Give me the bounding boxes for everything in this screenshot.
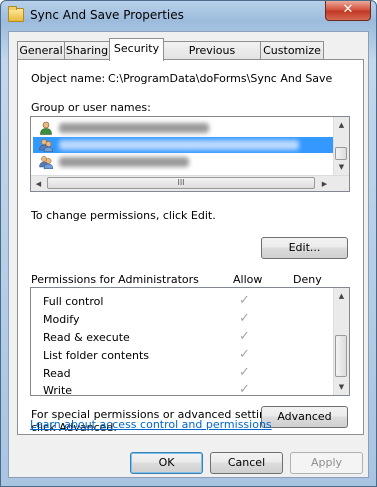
advanced-button[interactable]: Advanced	[261, 406, 348, 428]
dialog-body: General Sharing Security Previous Versio…	[8, 31, 369, 478]
scroll-up-icon[interactable]: ▲	[334, 117, 349, 133]
tab-sharing[interactable]: Sharing	[64, 41, 110, 59]
check-icon: ✓	[239, 311, 250, 326]
perm-full-control: Full control	[43, 295, 104, 308]
permissions-label: Permissions for Administrators	[31, 273, 199, 286]
list-item[interactable]	[33, 120, 333, 136]
change-permissions-text: To change permissions, click Edit.	[31, 209, 216, 222]
perm-read: Read	[43, 367, 71, 380]
redacted-users-name	[59, 157, 189, 167]
group-icon	[39, 139, 53, 152]
check-icon: ✓	[239, 365, 250, 380]
group-label: Group or user names:	[31, 101, 151, 114]
check-icon: ✓	[239, 293, 250, 308]
user-icon	[40, 121, 52, 135]
list-item[interactable]	[33, 154, 333, 170]
list-item-selected[interactable]	[33, 137, 333, 153]
hscroll-thumb[interactable]: III	[47, 177, 315, 189]
redacted-user-name	[59, 123, 209, 133]
user-list-vscroll[interactable]: ▲ ▼	[333, 117, 349, 175]
title-bar[interactable]: Sync And Save Properties ✕	[1, 1, 376, 31]
object-name-value: C:\ProgramData\doForms\Sync And Save	[108, 72, 333, 85]
learn-more-link[interactable]: Learn about access control and permissio…	[30, 418, 272, 431]
permissions-vscroll[interactable]: ▲ ▼	[333, 288, 349, 395]
user-list-hscroll[interactable]: ◀ III ▶	[31, 175, 349, 191]
apply-button[interactable]: Apply	[290, 452, 363, 474]
tab-previous-versions[interactable]: Previous Versions	[163, 41, 261, 74]
scroll-down-icon[interactable]: ▼	[334, 159, 349, 175]
perm-read-execute: Read & execute	[43, 331, 130, 344]
scroll-down-icon[interactable]: ▼	[334, 379, 349, 395]
close-icon: ✕	[342, 2, 354, 17]
check-icon: ✓	[239, 382, 250, 396]
perm-list-folder-contents: List folder contents	[43, 349, 149, 362]
perm-modify: Modify	[43, 313, 80, 326]
allow-header: Allow	[233, 273, 263, 286]
check-icon: ✓	[239, 347, 250, 362]
ok-button[interactable]: OK	[130, 452, 203, 474]
window-title: Sync And Save Properties	[30, 8, 184, 22]
security-panel: Object name: C:\ProgramData\doForms\Sync…	[17, 59, 364, 435]
group-icon	[39, 156, 53, 169]
scroll-up-icon[interactable]: ▲	[334, 288, 349, 304]
tab-general[interactable]: General	[17, 41, 65, 59]
object-name-label: Object name:	[31, 72, 106, 85]
folder-icon	[8, 6, 24, 22]
permissions-list[interactable]: Full control ✓ Modify ✓ Read & execute ✓…	[30, 287, 350, 396]
scroll-thumb[interactable]	[335, 335, 347, 377]
edit-button[interactable]: Edit...	[261, 237, 348, 259]
user-list[interactable]: ▲ ▼ ◀ III ▶	[30, 116, 350, 192]
scroll-left-icon[interactable]: ◀	[31, 176, 46, 191]
perm-write: Write	[43, 384, 73, 396]
tab-customize[interactable]: Customize	[260, 41, 324, 59]
cancel-button[interactable]: Cancel	[210, 452, 283, 474]
scroll-right-icon[interactable]: ▶	[317, 176, 332, 191]
tab-security[interactable]: Security	[109, 38, 164, 61]
check-icon: ✓	[239, 329, 250, 344]
deny-header: Deny	[293, 273, 322, 286]
close-button[interactable]: ✕	[325, 1, 371, 21]
redacted-group-name	[59, 140, 299, 150]
properties-window: Sync And Save Properties ✕ General Shari…	[0, 0, 377, 487]
